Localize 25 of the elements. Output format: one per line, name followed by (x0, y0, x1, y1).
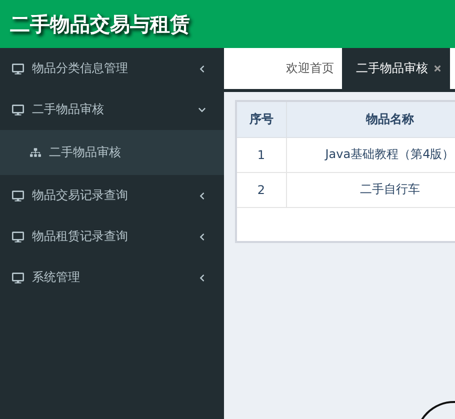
sitemap-icon (30, 147, 41, 158)
chevron-left-icon (198, 192, 206, 200)
app-title: 二手物品交易与租赁 (10, 10, 190, 38)
close-icon[interactable] (433, 64, 442, 73)
sidebar-subitem[interactable]: 二手物品审核 (0, 130, 224, 175)
sidebar-item[interactable]: 物品交易记录查询 (0, 175, 224, 216)
column-header: 物品名称 (286, 101, 455, 137)
tab[interactable]: 欢迎首页 (272, 48, 342, 89)
monitor-icon (12, 104, 24, 116)
chevron-left-icon (198, 232, 206, 240)
table-cell: 1 (236, 137, 286, 172)
sidebar-item[interactable]: 二手物品审核 (0, 89, 224, 130)
monitor-icon (12, 190, 24, 202)
monitor-icon (12, 230, 24, 242)
sidebar-item[interactable]: 系统管理 (0, 257, 224, 298)
monitor-icon (12, 62, 24, 74)
sidebar-item[interactable]: 物品分类信息管理 (0, 48, 224, 89)
column-header: 序号 (236, 101, 286, 137)
monitor-icon (12, 272, 24, 284)
chevron-left-icon (198, 274, 206, 282)
chevron-left-icon (198, 64, 206, 72)
chevron-down-icon (198, 106, 206, 114)
tab[interactable]: 二手物品审核 (342, 48, 450, 89)
sidebar-item[interactable]: 物品租赁记录查询 (0, 216, 224, 257)
table-cell: 2 (236, 172, 286, 207)
